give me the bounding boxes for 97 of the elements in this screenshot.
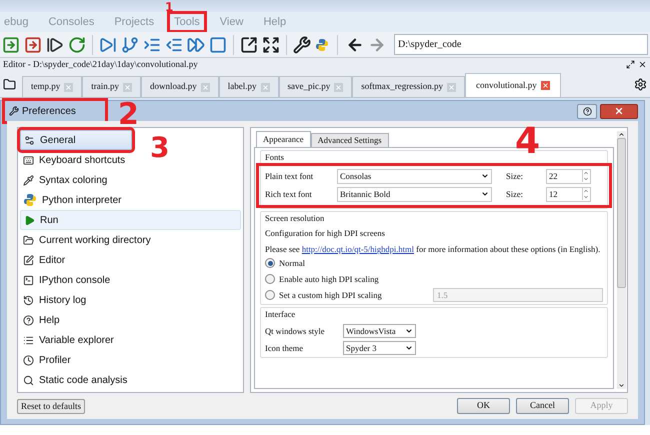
option-label: Enable auto high DPI scaling [279, 272, 380, 286]
page-item[interactable]: Python interpreter [20, 190, 241, 210]
help-icon [582, 106, 592, 116]
page-item[interactable]: Variable explorer [20, 330, 241, 350]
radio-button[interactable] [265, 274, 275, 284]
spin-arrows-icon[interactable] [582, 170, 590, 182]
dialog-title: Preferences [5, 101, 105, 121]
close-tab-icon[interactable] [540, 81, 550, 90]
page-item[interactable]: Editor [20, 250, 241, 270]
file-tab[interactable]: train.py [82, 76, 141, 97]
page-item[interactable]: Profiler [20, 350, 241, 370]
help-link[interactable]: http://doc.qt.io/qt-5/highdpi.html [302, 244, 414, 254]
window-arrow-icon[interactable] [240, 36, 258, 54]
page-icon [23, 354, 34, 366]
radio-button[interactable] [265, 258, 275, 268]
page-icon [23, 254, 34, 266]
annotation-number: 3 [150, 134, 170, 162]
spin-arrows-icon[interactable] [582, 188, 590, 200]
dialog-button[interactable]: Cancel [516, 398, 569, 414]
page-icon [23, 274, 34, 286]
font-dropdown[interactable]: Consolas [337, 168, 492, 184]
page-icon [23, 174, 34, 186]
field-label: Plain text font [265, 170, 314, 183]
description-text: Configuration for high DPI screens [265, 226, 386, 240]
file-tab[interactable]: label.py [218, 76, 278, 97]
step-icon[interactable] [46, 36, 64, 54]
field-label: Size: [506, 170, 524, 183]
file-tab[interactable]: download.py [141, 76, 219, 97]
page-item[interactable]: Syntax coloring [20, 170, 241, 190]
file-tab[interactable]: convolutional.py [464, 73, 561, 97]
reset-button[interactable]: Reset to defaults [17, 398, 85, 414]
close-icon [614, 106, 624, 116]
caret-icon [405, 327, 413, 335]
page-item[interactable]: Static code analysis [20, 370, 241, 390]
refresh-icon[interactable] [68, 36, 86, 54]
radio-button[interactable] [265, 290, 275, 300]
field-label: Icon theme [265, 342, 304, 354]
file-tab[interactable]: save_pic.py [278, 76, 352, 97]
close-icon[interactable] [638, 60, 647, 69]
page-icon [24, 134, 35, 146]
settings-icon[interactable] [634, 78, 647, 91]
page-icon [23, 334, 34, 346]
branch-icon[interactable] [121, 36, 139, 54]
skip-icon[interactable] [99, 36, 117, 54]
caret-icon [405, 344, 413, 352]
folder-icon[interactable] [3, 78, 16, 91]
editor-title: Editor - D:\spyder_code\21day\1day\convolutional.py [3, 58, 198, 71]
stop-icon[interactable] [209, 36, 227, 54]
page-item[interactable]: History log [20, 290, 241, 310]
undock-icon[interactable] [626, 60, 635, 69]
size-spinbox[interactable]: 12 [546, 186, 591, 202]
page-icon [23, 294, 34, 306]
scrollbar[interactable] [617, 131, 626, 389]
wrench-icon [9, 106, 19, 116]
settings-tab[interactable]: Advanced Settings [310, 133, 389, 147]
logo-icon [315, 38, 329, 52]
group-title: Interface [265, 308, 296, 321]
caret-icon [481, 190, 489, 198]
scroll-down-icon[interactable] [618, 382, 625, 389]
page-icon [23, 234, 34, 246]
path-field[interactable]: D:\spyder_code [394, 34, 648, 55]
size-spinbox[interactable]: 22 [546, 168, 591, 184]
settings-tab[interactable]: Appearance [256, 131, 311, 147]
info-paragraph: Please see http://doc.qt.io/qt-5/highdpi.html for more information about these options (in English). [265, 244, 602, 254]
help-button[interactable] [577, 104, 597, 118]
page-item[interactable]: Run [20, 210, 241, 230]
logo-icon [23, 193, 37, 207]
close-button[interactable] [600, 104, 638, 118]
page-item[interactable]: IPython console [20, 270, 241, 290]
option-label: Normal [279, 256, 306, 270]
page-item[interactable]: General [20, 130, 132, 150]
expand-icon[interactable] [262, 36, 280, 54]
annotation-number: 1 [165, 1, 174, 13]
caret-icon [481, 172, 489, 180]
file-tab[interactable]: temp.py [22, 76, 82, 97]
group-title: Screen resolution [265, 212, 326, 224]
file-tab[interactable]: softmax_regression.py [352, 76, 465, 97]
page-icon [23, 314, 34, 326]
annotation-number: 4 [515, 124, 540, 160]
scroll-up-icon[interactable] [618, 131, 625, 138]
page-item[interactable]: Current working directory [20, 230, 241, 250]
wrench-icon[interactable] [293, 36, 311, 54]
field-label: Rich text font [265, 188, 313, 201]
fast-forward-icon[interactable] [187, 36, 205, 54]
option-label: Set a custom high DPI scaling [279, 288, 383, 302]
annotation-number: 2 [118, 100, 139, 130]
page-icon [23, 374, 34, 386]
page-icon [23, 154, 34, 166]
page-item[interactable]: Help [20, 310, 241, 330]
style-dropdown[interactable]: Spyder 3 [343, 341, 416, 355]
style-dropdown[interactable]: WindowsVista [343, 324, 416, 338]
dialog-button[interactable]: OK [457, 398, 510, 414]
field-label: Size: [506, 188, 524, 201]
field-label: Qt windows style [265, 324, 326, 338]
font-dropdown[interactable]: Britannic Bold [337, 186, 492, 202]
group-title: Fonts [265, 151, 285, 164]
page-icon [24, 214, 35, 226]
